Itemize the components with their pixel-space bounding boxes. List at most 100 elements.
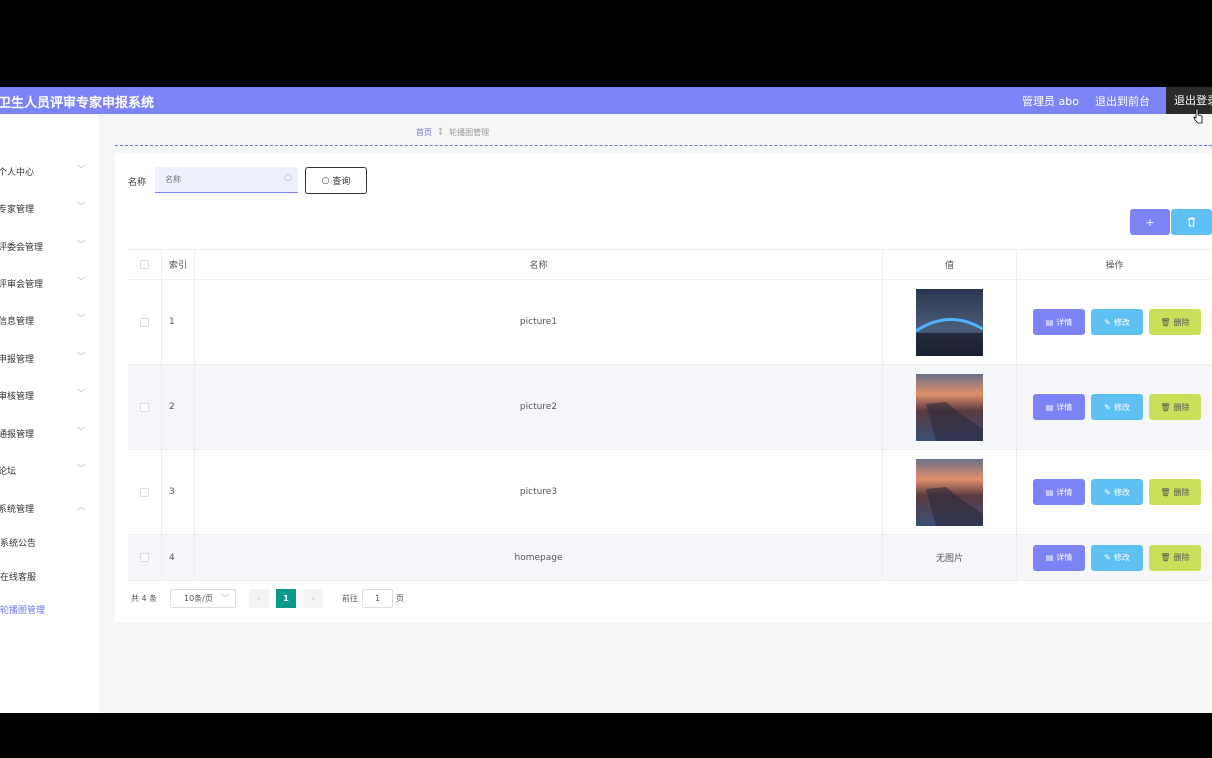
next-page-button[interactable]: ›: [303, 589, 323, 608]
sidebar-item-audit[interactable]: 审核管理 ﹀: [0, 385, 99, 405]
table-row: 1 picture1 ▤ 详情 ✎ 修改 🗑 删除: [128, 280, 1212, 365]
sidebar-item-experts[interactable]: 专家管理 ﹀: [0, 198, 99, 218]
logout-button[interactable]: 退出登录: [1166, 87, 1212, 114]
document-icon: ▤: [1045, 402, 1054, 412]
row-name: homepage: [195, 535, 883, 580]
sidebar-item-label: 申报管理: [0, 355, 35, 365]
sidebar-item-info[interactable]: 信息管理 ﹀: [0, 310, 99, 330]
row-name: picture1: [195, 280, 883, 364]
table-row: 3 picture3 ▤ 详情 ✎ 修改 🗑 删除: [128, 450, 1212, 535]
page-size-select[interactable]: 10条/页 ﹀: [170, 589, 236, 608]
row-name: picture3: [195, 450, 883, 534]
delete-button[interactable]: 🗑 删除: [1149, 394, 1201, 420]
row-checkbox[interactable]: [140, 317, 149, 327]
search-label: 名称: [128, 178, 147, 188]
chevron-up-icon: ︿: [77, 502, 85, 511]
divider: [115, 145, 1212, 146]
sidebar-subitem-announcement[interactable]: 系统公告: [0, 532, 99, 552]
back-to-front-link[interactable]: 退出到前台: [1095, 93, 1150, 109]
detail-button[interactable]: ▤ 详情: [1033, 309, 1085, 335]
delete-button[interactable]: 🗑 删除: [1149, 309, 1201, 335]
sidebar-item-label: 系统管理: [0, 505, 35, 515]
select-all-checkbox[interactable]: [140, 260, 149, 269]
sidebar-item-personal[interactable]: 个人中心 ﹀: [0, 161, 99, 181]
detail-button[interactable]: ▤ 详情: [1033, 479, 1085, 505]
no-image-text: 无图片: [883, 535, 1017, 580]
trash-icon: [1188, 217, 1195, 227]
detail-label: 详情: [1056, 402, 1073, 412]
row-index: 4: [162, 535, 195, 580]
document-icon: ▤: [1045, 317, 1054, 327]
delete-label: 删除: [1173, 317, 1190, 327]
edit-button[interactable]: ✎ 修改: [1091, 544, 1143, 571]
trash-icon: 🗑: [1160, 317, 1171, 327]
query-button-label: 查询: [332, 177, 351, 187]
top-right-actions: 管理员 abo 退出到前台 退出登录: [1022, 87, 1212, 114]
sidebar-item-committee[interactable]: 评委会管理 ﹀: [0, 236, 99, 256]
breadcrumb: 首页 ⁑ 轮播图管理: [416, 127, 489, 138]
bridge-image: [916, 288, 983, 356]
sidebar-item-notice[interactable]: 通报管理 ﹀: [0, 423, 99, 443]
sidebar-item-label: 系统公告: [0, 539, 37, 549]
sidebar-item-label: 个人中心: [0, 168, 35, 178]
sidebar-subitem-customer-service[interactable]: 在线客服: [0, 566, 99, 586]
sidebar-item-label: 评委会管理: [0, 243, 44, 253]
delete-label: 删除: [1173, 487, 1190, 497]
row-checkbox[interactable]: [140, 553, 149, 562]
sidebar-item-review-meeting[interactable]: 评审会管理 ﹀: [0, 273, 99, 293]
delete-button[interactable]: 🗑 删除: [1149, 544, 1201, 571]
add-button[interactable]: +: [1130, 209, 1170, 235]
prev-page-button[interactable]: ‹: [249, 589, 269, 608]
detail-button[interactable]: ▤ 详情: [1033, 544, 1085, 571]
page-suffix-label: 页: [396, 594, 404, 603]
chevron-down-icon: ﹀: [77, 202, 85, 211]
sidebar-item-label: 专家管理: [0, 205, 35, 215]
goto-page-input[interactable]: 1: [362, 589, 393, 608]
sunset-image: [916, 373, 983, 441]
edit-label: 修改: [1113, 553, 1130, 562]
row-checkbox[interactable]: [140, 487, 149, 497]
trash-icon: 🗑: [1160, 553, 1171, 562]
pencil-icon: ✎: [1104, 402, 1111, 412]
edit-button[interactable]: ✎ 修改: [1091, 309, 1143, 335]
data-table: 索引 名称 值 操作 1 picture1 ▤ 详情 ✎ 修改 🗑 删除 2 p…: [128, 249, 1212, 581]
edit-button[interactable]: ✎ 修改: [1091, 479, 1143, 505]
query-button[interactable]: ○ 查询: [305, 167, 367, 194]
chevron-down-icon: ﹀: [77, 165, 85, 174]
search-icon: ○: [284, 173, 292, 183]
batch-delete-button[interactable]: [1171, 209, 1212, 235]
pencil-icon: ✎: [1104, 553, 1111, 562]
delete-button[interactable]: 🗑 删除: [1149, 479, 1201, 505]
edit-button[interactable]: ✎ 修改: [1091, 394, 1143, 420]
detail-button[interactable]: ▤ 详情: [1033, 394, 1085, 420]
edit-label: 修改: [1113, 317, 1130, 327]
sidebar-item-label: 通报管理: [0, 430, 35, 440]
sidebar-item-system[interactable]: 系统管理 ︿: [0, 498, 99, 518]
sidebar-item-label: 信息管理: [0, 317, 35, 327]
sidebar-item-forum[interactable]: 论坛 ﹀: [0, 460, 99, 480]
search-box: ○: [155, 167, 298, 193]
chevron-down-icon: ﹀: [221, 594, 229, 603]
sidebar-item-label: 评审会管理: [0, 280, 44, 290]
breadcrumb-separator: ⁑: [438, 128, 443, 137]
sidebar-subitem-carousel[interactable]: 轮播图管理: [0, 599, 99, 619]
pencil-icon: ✎: [1104, 317, 1111, 327]
pagination-total: 共 4 条: [131, 594, 158, 603]
page-number-current[interactable]: 1: [276, 589, 296, 608]
breadcrumb-home[interactable]: 首页: [416, 128, 432, 137]
chevron-down-icon: ﹀: [77, 240, 85, 249]
trash-icon: 🗑: [1160, 402, 1171, 412]
table-row: 2 picture2 ▤ 详情 ✎ 修改 🗑 删除: [128, 365, 1212, 450]
sidebar-item-label: 审核管理: [0, 392, 35, 402]
top-bar: 卫生人员评审专家申报系统 管理员 abo 退出到前台 退出登录: [0, 87, 1212, 124]
search-icon: ○: [321, 175, 330, 186]
row-checkbox[interactable]: [140, 402, 149, 412]
row-index: 2: [162, 365, 195, 449]
sunset-image: [916, 458, 983, 526]
sidebar-item-declare[interactable]: 申报管理 ﹀: [0, 348, 99, 368]
detail-label: 详情: [1056, 487, 1073, 497]
search-input[interactable]: [155, 167, 265, 192]
sidebar-item-label: 轮播图管理: [0, 606, 46, 616]
trash-icon: 🗑: [1160, 487, 1171, 497]
column-header-index: 索引: [162, 250, 195, 279]
